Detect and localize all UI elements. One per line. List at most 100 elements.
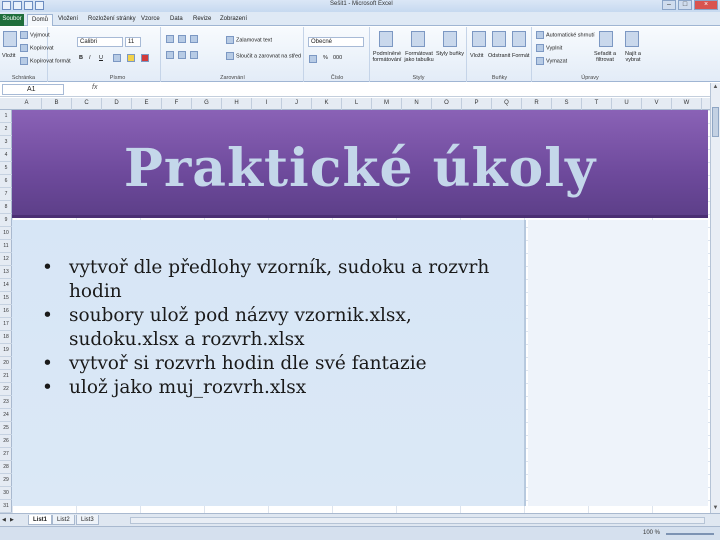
row-header[interactable]: 26: [0, 435, 12, 448]
horizontal-scrollbar[interactable]: [130, 517, 705, 524]
column-header[interactable]: R: [522, 98, 552, 110]
percent-button[interactable]: %: [323, 55, 328, 61]
sheet-tab-3[interactable]: List3: [76, 515, 99, 525]
row-header[interactable]: 25: [0, 422, 12, 435]
delete-cells-icon[interactable]: [492, 31, 506, 47]
row-header[interactable]: 21: [0, 370, 12, 383]
number-format-select[interactable]: Obecné: [308, 37, 364, 47]
paste-button[interactable]: Vložit: [2, 53, 15, 59]
fx-icon[interactable]: fx: [92, 84, 97, 91]
align-left-button[interactable]: [166, 51, 176, 59]
fill-color-button[interactable]: [127, 54, 137, 62]
underline-button[interactable]: U: [99, 55, 103, 61]
tab-page-layout[interactable]: Rozložení stránky: [84, 14, 140, 26]
excel-app-icon[interactable]: [2, 1, 11, 10]
vertical-scrollbar[interactable]: ▲ ▼: [710, 83, 720, 513]
paste-icon[interactable]: [3, 31, 17, 47]
format-cells-button[interactable]: Formát: [512, 53, 529, 59]
row-header[interactable]: 15: [0, 292, 12, 305]
font-color-button[interactable]: [141, 54, 151, 62]
tab-insert[interactable]: Vložení: [54, 14, 82, 26]
row-header[interactable]: 27: [0, 448, 12, 461]
column-header[interactable]: U: [612, 98, 642, 110]
tab-file[interactable]: Soubor: [0, 14, 24, 26]
bold-button[interactable]: B: [79, 55, 83, 61]
column-header[interactable]: Q: [492, 98, 522, 110]
insert-cells-icon[interactable]: [472, 31, 486, 47]
tab-review[interactable]: Revize: [189, 14, 215, 26]
name-box[interactable]: A1: [2, 84, 64, 95]
column-header[interactable]: O: [432, 98, 462, 110]
column-header[interactable]: B: [42, 98, 72, 110]
row-header[interactable]: 31: [0, 500, 12, 513]
column-header[interactable]: W: [672, 98, 702, 110]
row-header[interactable]: 8: [0, 201, 12, 214]
scroll-down-icon[interactable]: ▼: [711, 504, 720, 513]
column-header[interactable]: G: [192, 98, 222, 110]
column-header[interactable]: I: [252, 98, 282, 110]
cut-button[interactable]: Vyjmout: [20, 31, 50, 39]
find-select-icon[interactable]: [625, 31, 639, 47]
row-header[interactable]: 11: [0, 240, 12, 253]
currency-button[interactable]: [309, 55, 319, 63]
first-sheet-icon[interactable]: ◀: [2, 516, 8, 524]
align-center-button[interactable]: [178, 51, 188, 59]
cell-styles-button[interactable]: Styly buňky: [435, 51, 465, 57]
row-header[interactable]: 17: [0, 318, 12, 331]
column-header[interactable]: T: [582, 98, 612, 110]
row-header[interactable]: 29: [0, 474, 12, 487]
sort-filter-button[interactable]: Seřadit a filtrovat: [591, 51, 619, 63]
row-header[interactable]: 22: [0, 383, 12, 396]
clear-button[interactable]: Vymazat: [536, 57, 567, 65]
column-header[interactable]: K: [312, 98, 342, 110]
align-bottom-button[interactable]: [190, 35, 200, 43]
minimize-button[interactable]: –: [662, 0, 676, 10]
column-header[interactable]: J: [282, 98, 312, 110]
row-header[interactable]: 3: [0, 136, 12, 149]
copy-button[interactable]: Kopírovat: [20, 44, 54, 52]
save-icon[interactable]: [13, 1, 22, 10]
font-name-select[interactable]: Calibri: [77, 37, 123, 47]
column-header[interactable]: C: [72, 98, 102, 110]
redo-icon[interactable]: [35, 1, 44, 10]
column-header[interactable]: V: [642, 98, 672, 110]
row-header[interactable]: 23: [0, 396, 12, 409]
row-header[interactable]: 5: [0, 162, 12, 175]
row-header[interactable]: 4: [0, 149, 12, 162]
sheet-area-right[interactable]: [528, 220, 708, 506]
column-header[interactable]: E: [132, 98, 162, 110]
format-cells-icon[interactable]: [512, 31, 526, 47]
italic-button[interactable]: I: [89, 55, 91, 61]
sheet-tab-1[interactable]: List1: [28, 515, 53, 525]
maximize-button[interactable]: □: [678, 0, 692, 10]
row-header[interactable]: 16: [0, 305, 12, 318]
row-header[interactable]: 9: [0, 214, 12, 227]
row-header[interactable]: 20: [0, 357, 12, 370]
column-header[interactable]: A: [12, 98, 42, 110]
row-header[interactable]: 19: [0, 344, 12, 357]
tab-formulas[interactable]: Vzorce: [137, 14, 164, 26]
delete-cells-button[interactable]: Odstranit: [488, 53, 510, 59]
row-header[interactable]: 12: [0, 253, 12, 266]
tab-data[interactable]: Data: [166, 14, 187, 26]
sheet-tab-2[interactable]: List2: [52, 515, 75, 525]
wrap-text-button[interactable]: Zalamovat text: [226, 36, 272, 44]
column-header[interactable]: N: [402, 98, 432, 110]
row-header[interactable]: 13: [0, 266, 12, 279]
tab-home[interactable]: Domů: [27, 14, 54, 26]
format-painter-button[interactable]: Kopírovat formát: [20, 57, 71, 65]
align-middle-button[interactable]: [178, 35, 188, 43]
scroll-up-icon[interactable]: ▲: [711, 83, 720, 92]
column-header[interactable]: P: [462, 98, 492, 110]
row-header[interactable]: 10: [0, 227, 12, 240]
column-header[interactable]: M: [372, 98, 402, 110]
column-header[interactable]: L: [342, 98, 372, 110]
zoom-level[interactable]: 100 %: [643, 530, 660, 536]
thousands-button[interactable]: 000: [333, 55, 342, 61]
format-table-icon[interactable]: [411, 31, 425, 47]
scroll-thumb[interactable]: [712, 107, 719, 137]
close-button[interactable]: ×: [694, 0, 718, 10]
undo-icon[interactable]: [24, 1, 33, 10]
row-header[interactable]: 1: [0, 110, 12, 123]
merge-center-button[interactable]: Sloučit a zarovnat na střed: [226, 52, 301, 60]
